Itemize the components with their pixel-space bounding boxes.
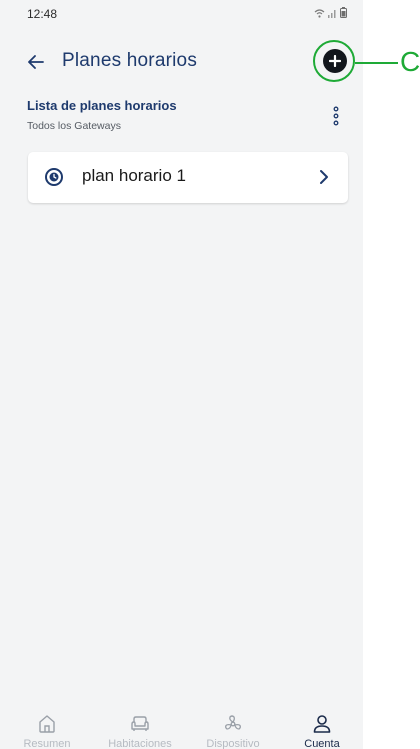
nav-label: Resumen: [23, 738, 71, 749]
sofa-icon: [131, 716, 149, 731]
page-title: Planes horarios: [62, 50, 198, 71]
chevron-right-icon: [320, 170, 328, 184]
annotation-circle: [313, 40, 355, 82]
clock-icon: [45, 168, 63, 186]
back-button[interactable]: [22, 48, 50, 76]
nav-label: Cuenta: [304, 738, 340, 749]
section-title: Lista de planes horarios: [27, 98, 177, 113]
nav-item-habitaciones[interactable]: Habitaciones: [100, 708, 180, 749]
plan-list-item[interactable]: plan horario 1: [28, 152, 348, 203]
annotation-label: C: [400, 46, 420, 77]
bottom-nav: Resumen Habitaciones Dispositivo Cuenta: [0, 708, 363, 749]
battery-icon: [340, 7, 347, 22]
more-vertical-icon: [333, 106, 339, 126]
nav-label: Dispositivo: [206, 738, 260, 749]
app-screen: 12:48 Planes horarios Lista de planes ho…: [0, 0, 363, 749]
home-icon: [39, 715, 55, 733]
arrow-left-icon: [28, 55, 44, 69]
nav-item-cuenta[interactable]: Cuenta: [282, 708, 362, 749]
status-icons: [314, 7, 347, 22]
nav-item-dispositivo[interactable]: Dispositivo: [193, 708, 273, 749]
annotation-line: [355, 62, 398, 64]
signal-icon: [328, 8, 337, 22]
person-icon: [313, 715, 331, 733]
section-subtitle: Todos los Gateways: [27, 120, 121, 132]
status-time: 12:48: [27, 7, 58, 21]
nav-label: Habitaciones: [108, 738, 172, 749]
plan-label: plan horario 1: [82, 166, 186, 185]
nav-item-resumen[interactable]: Resumen: [7, 708, 87, 749]
status-bar: 12:48: [0, 0, 363, 34]
fan-icon: [225, 715, 241, 730]
app-bar: Planes horarios: [0, 40, 363, 84]
wifi-icon: [314, 8, 325, 22]
more-options-button[interactable]: [328, 103, 344, 129]
